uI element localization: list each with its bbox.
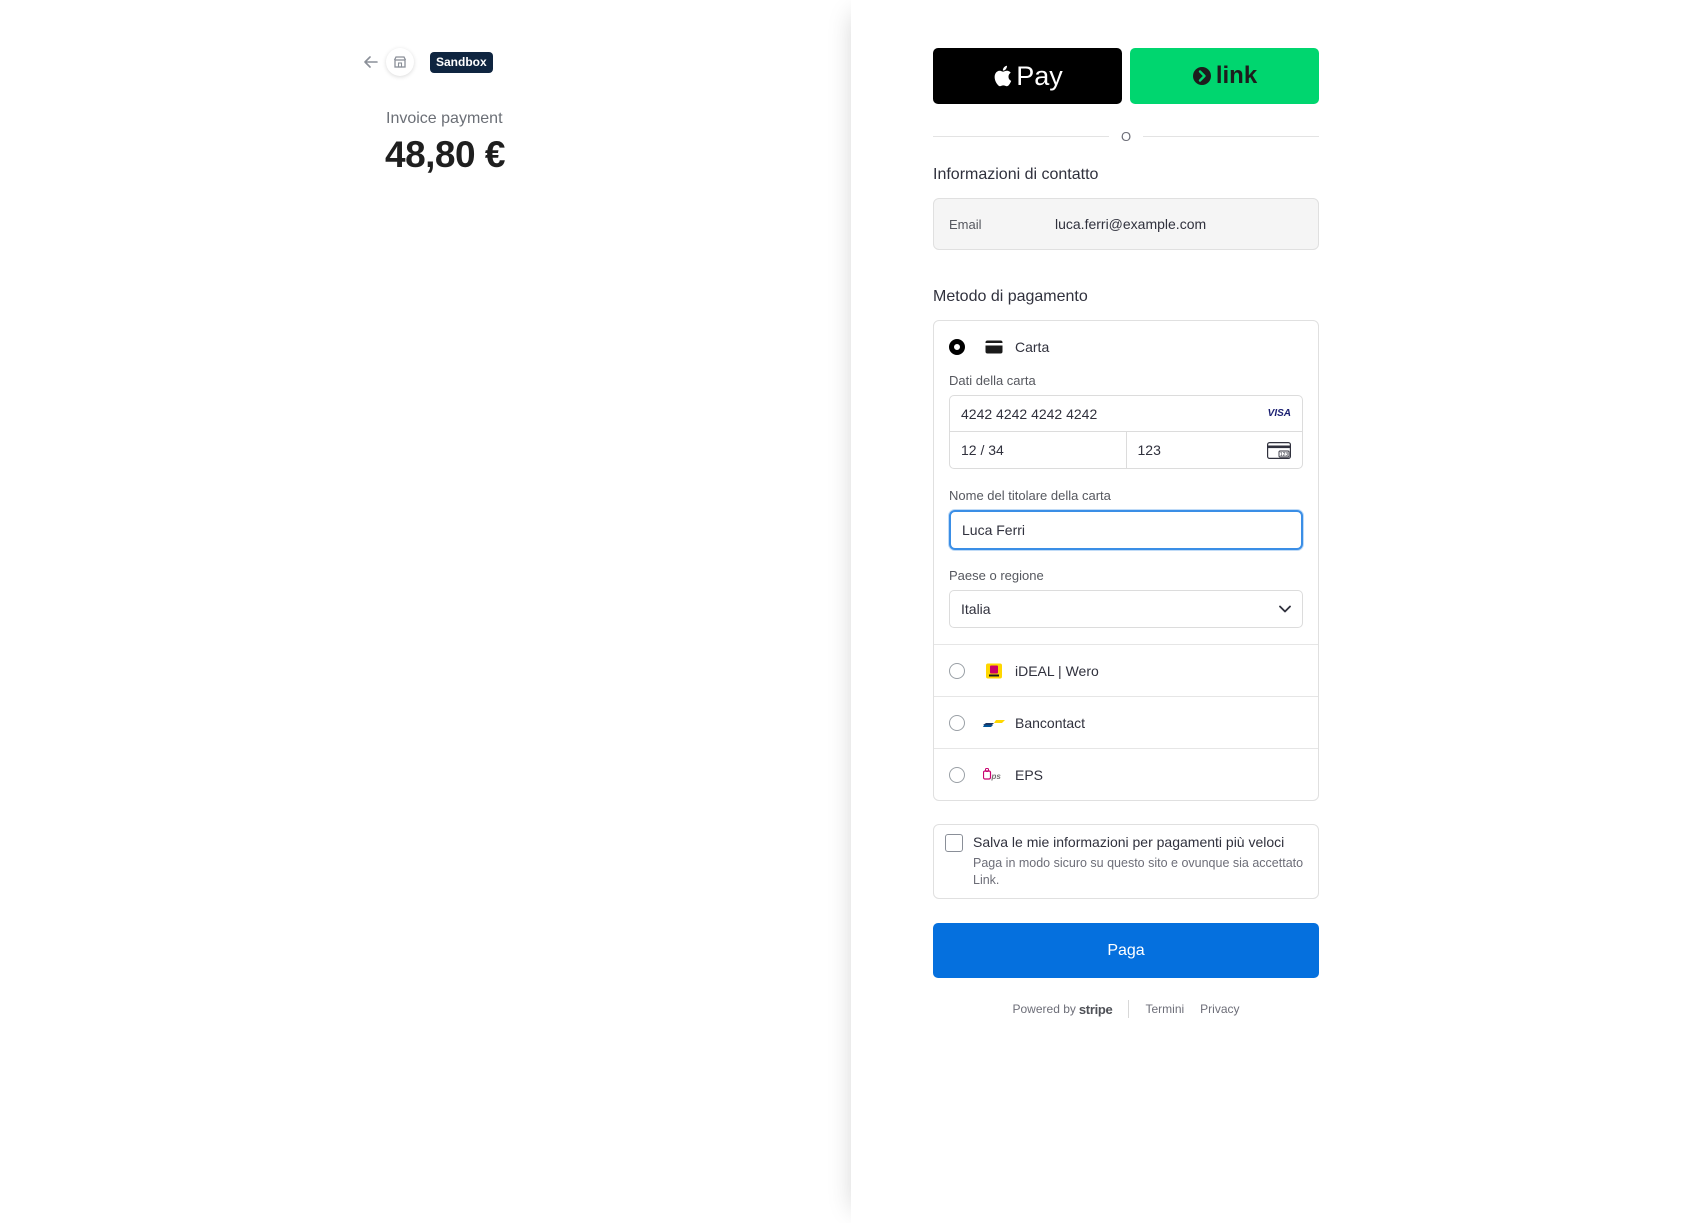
bancontact-label: Bancontact [1015, 714, 1086, 731]
ideal-label: iDEAL | Wero [1015, 662, 1099, 679]
invoice-amount: 48,80 € [385, 134, 505, 175]
payment-form: Pay link O Informazioni di contatto Emai… [933, 48, 1319, 1018]
save-info-box: Salva le mie informazioni per pagamenti … [933, 824, 1319, 899]
ideal-icon [983, 663, 1005, 679]
apple-pay-label: Pay [1016, 60, 1063, 91]
svg-text:123: 123 [1280, 452, 1289, 458]
card-expiry-field[interactable]: 12 / 34 [950, 432, 1127, 468]
pay-button[interactable]: Paga [933, 923, 1319, 978]
powered-by[interactable]: Powered by stripe [1013, 1002, 1113, 1017]
apple-icon [994, 65, 1012, 87]
card-number-value: 4242 4242 4242 4242 [961, 405, 1098, 422]
payment-option-eps[interactable]: ps EPS [934, 748, 1318, 800]
cvc-card-icon: 123 [1267, 441, 1291, 459]
eps-label: EPS [1015, 766, 1044, 783]
bancontact-icon [983, 715, 1005, 731]
payment-option-card[interactable]: Carta [934, 321, 1318, 373]
eps-icon: ps [983, 767, 1005, 783]
order-summary-panel: Sandbox Invoice payment 48,80 € [0, 0, 851, 1223]
privacy-link[interactable]: Privacy [1200, 1002, 1239, 1016]
payment-method-title: Metodo di pagamento [933, 288, 1088, 305]
invoice-label: Invoice payment [386, 110, 503, 127]
card-details-label: Dati della carta [949, 373, 1036, 388]
card-fields: 4242 4242 4242 4242 VISA 12 / 34 123 123 [949, 395, 1303, 469]
country-select[interactable]: Italia [949, 590, 1303, 628]
link-button[interactable]: link [1130, 48, 1319, 104]
wallet-buttons: Pay link [933, 48, 1319, 104]
country-value: Italia [961, 601, 991, 617]
email-value: luca.ferri@example.com [1055, 216, 1207, 232]
apple-pay-button[interactable]: Pay [933, 48, 1122, 104]
visa-icon: VISA [1267, 408, 1291, 419]
link-label: link [1215, 62, 1258, 89]
card-radio[interactable] [949, 339, 965, 355]
card-cvc-value: 123 [1137, 442, 1161, 458]
save-info-checkbox[interactable] [945, 834, 963, 852]
card-expiry-value: 12 / 34 [961, 442, 1004, 458]
country-label: Paese o regione [949, 568, 1044, 583]
chevron-down-icon [1279, 605, 1291, 613]
cardholder-label: Nome del titolare della carta [949, 488, 1111, 503]
payment-method-list: Carta Dati della carta 4242 4242 4242 42… [933, 320, 1319, 801]
link-arrow-icon [1192, 67, 1211, 85]
card-option-label: Carta [1015, 339, 1050, 355]
payment-option-ideal[interactable]: iDEAL | Wero [934, 644, 1318, 696]
ideal-radio[interactable] [949, 662, 965, 679]
card-icon [983, 339, 1005, 355]
email-field[interactable]: Email luca.ferri@example.com [933, 198, 1319, 250]
divider-text: O [1120, 128, 1132, 144]
back-arrow-icon[interactable] [360, 51, 382, 73]
footer-separator [1128, 1000, 1130, 1018]
bancontact-radio[interactable] [949, 714, 965, 731]
save-info-title: Salva le mie informazioni per pagamenti … [973, 834, 1285, 850]
eps-radio[interactable] [949, 766, 965, 783]
cardholder-name-input[interactable] [949, 510, 1303, 550]
card-cvc-field[interactable]: 123 123 [1127, 432, 1303, 468]
store-icon[interactable] [386, 48, 414, 76]
payment-option-bancontact[interactable]: Bancontact [934, 696, 1318, 748]
footer: Powered by stripe Termini Privacy [933, 1000, 1319, 1018]
card-expiry-cvc-row: 12 / 34 123 123 [950, 432, 1302, 468]
contact-section-title: Informazioni di contatto [933, 166, 1099, 183]
save-info-description: Paga in modo sicuro su questo sito e ovu… [973, 856, 1304, 887]
card-number-field[interactable]: 4242 4242 4242 4242 VISA [950, 396, 1302, 432]
powered-by-text: Powered by [1012, 1002, 1076, 1016]
sandbox-badge: Sandbox [430, 52, 493, 73]
save-info-text: Salva le mie informazioni per pagamenti … [973, 833, 1306, 889]
stripe-logo: stripe [1078, 1001, 1113, 1017]
email-label: Email [949, 216, 982, 232]
terms-link[interactable]: Termini [1145, 1002, 1184, 1016]
card-details-section: Dati della carta 4242 4242 4242 4242 VIS… [934, 373, 1318, 644]
or-divider: O [933, 128, 1319, 144]
svg-text:ps: ps [991, 772, 1002, 781]
